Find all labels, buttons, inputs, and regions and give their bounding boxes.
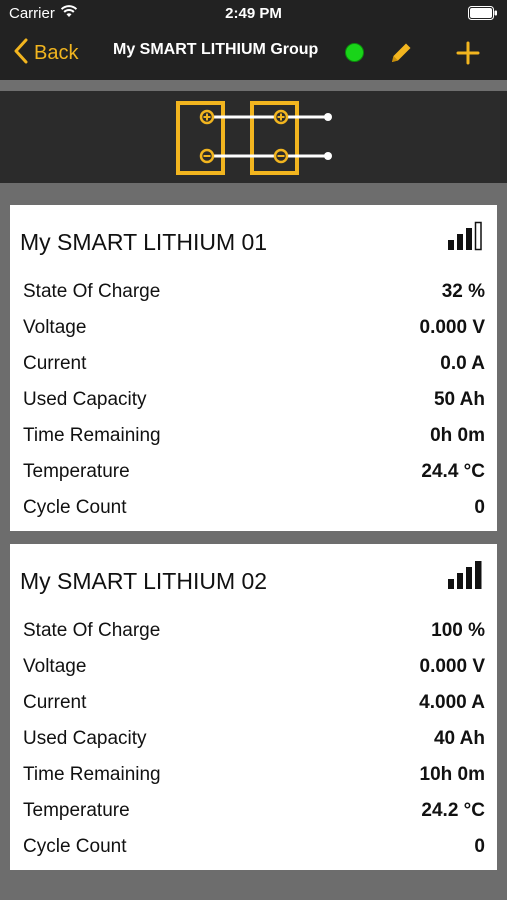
header-divider xyxy=(0,80,507,91)
signal-strength-icon xyxy=(447,559,485,596)
detail-value: 0 xyxy=(474,497,485,518)
detail-label: Time Remaining xyxy=(23,764,161,785)
plus-icon[interactable] xyxy=(455,40,481,71)
detail-row: State Of Charge 32 % xyxy=(10,275,497,311)
detail-value: 0.000 V xyxy=(419,656,486,677)
connection-status-indicator xyxy=(345,43,364,62)
signal-strength-icon xyxy=(447,220,485,257)
detail-value: 24.4 °C xyxy=(421,461,485,482)
detail-row: Current 0.0 A xyxy=(10,347,497,383)
detail-label: Temperature xyxy=(23,800,130,821)
detail-row: Cycle Count 0 xyxy=(10,491,497,527)
detail-value: 32 % xyxy=(441,281,485,302)
detail-label: State Of Charge xyxy=(23,281,161,302)
detail-value: 0.000 V xyxy=(419,317,486,338)
battery-icon xyxy=(468,6,498,24)
battery-name: My SMART LITHIUM 02 xyxy=(20,568,268,594)
detail-row: State Of Charge 100 % xyxy=(10,614,497,650)
detail-row: Voltage 0.000 V xyxy=(10,311,497,347)
detail-label: Used Capacity xyxy=(23,728,147,749)
detail-label: Voltage xyxy=(23,317,87,338)
detail-row: Used Capacity 50 Ah xyxy=(10,383,497,419)
detail-row: Time Remaining 0h 0m xyxy=(10,419,497,455)
detail-value: 24.2 °C xyxy=(421,800,485,821)
detail-value: 0.0 A xyxy=(440,353,485,374)
navigation-bar: Back My SMART LITHIUM Group xyxy=(0,28,507,80)
detail-label: Cycle Count xyxy=(23,497,127,518)
detail-row: Current 4.000 A xyxy=(10,686,497,722)
detail-row: Time Remaining 10h 0m xyxy=(10,758,497,794)
detail-value: 40 Ah xyxy=(433,728,485,749)
back-button[interactable]: Back xyxy=(14,38,78,68)
battery-card[interactable]: My SMART LITHIUM 01 State Of Charge 32 % … xyxy=(10,205,497,531)
detail-label: Current xyxy=(23,692,87,713)
detail-label: State Of Charge xyxy=(23,620,161,641)
detail-label: Temperature xyxy=(23,461,130,482)
detail-value: 100 % xyxy=(431,620,485,641)
back-label: Back xyxy=(34,41,79,64)
clock: 2:49 PM xyxy=(225,5,282,22)
detail-label: Current xyxy=(23,353,87,374)
parallel-connection-icon xyxy=(176,101,332,175)
detail-row: Cycle Count 0 xyxy=(10,830,497,866)
detail-row: Voltage 0.000 V xyxy=(10,650,497,686)
page-title: My SMART LITHIUM Group xyxy=(113,41,319,58)
battery-name: My SMART LITHIUM 01 xyxy=(20,229,268,255)
detail-label: Used Capacity xyxy=(23,389,147,410)
battery-card[interactable]: My SMART LITHIUM 02 State Of Charge 100 %… xyxy=(10,544,497,870)
battery-details: State Of Charge 100 % Voltage 0.000 V Curr… xyxy=(10,614,497,866)
status-bar: Carrier 2:49 PM xyxy=(0,0,507,28)
detail-row: Temperature 24.4 °C xyxy=(10,455,497,491)
detail-label: Cycle Count xyxy=(23,836,127,857)
detail-row: Temperature 24.2 °C xyxy=(10,794,497,830)
detail-label: Time Remaining xyxy=(23,425,161,446)
battery-topology-diagram xyxy=(0,91,507,183)
detail-value: 10h 0m xyxy=(419,764,485,785)
detail-value: 0 xyxy=(474,836,485,857)
detail-row: Used Capacity 40 Ah xyxy=(10,722,497,758)
battery-details: State Of Charge 32 % Voltage 0.000 V Curre… xyxy=(10,275,497,527)
pencil-icon[interactable] xyxy=(388,40,414,71)
chevron-left-icon xyxy=(14,38,28,69)
detail-value: 0h 0m xyxy=(430,425,485,446)
detail-value: 50 Ah xyxy=(433,389,485,410)
detail-value: 4.000 A xyxy=(419,692,485,713)
detail-label: Voltage xyxy=(23,656,87,677)
